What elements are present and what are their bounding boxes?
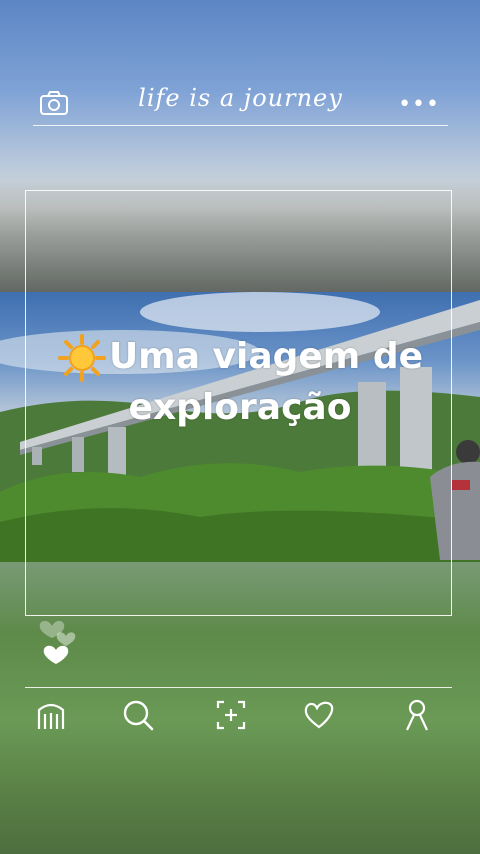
- caption-line-1: Uma viagem de: [108, 336, 424, 377]
- bottom-nav: [0, 698, 480, 738]
- caption-line-2: exploração: [128, 387, 352, 428]
- like-hearts-icon[interactable]: [36, 608, 86, 668]
- heart-icon[interactable]: [302, 698, 336, 732]
- profile-icon[interactable]: [400, 698, 434, 732]
- add-post-icon[interactable]: [214, 698, 248, 732]
- app-title: life is a journey: [138, 84, 343, 112]
- sun-icon: [57, 334, 106, 382]
- search-icon[interactable]: [121, 698, 155, 732]
- top-bar: life is a journey •••: [33, 80, 448, 126]
- home-icon[interactable]: [34, 698, 68, 732]
- nav-divider: [25, 687, 452, 688]
- header-divider: [33, 125, 448, 126]
- more-options-button[interactable]: •••: [398, 92, 440, 117]
- post-caption: Uma viagem de exploração: [0, 332, 480, 433]
